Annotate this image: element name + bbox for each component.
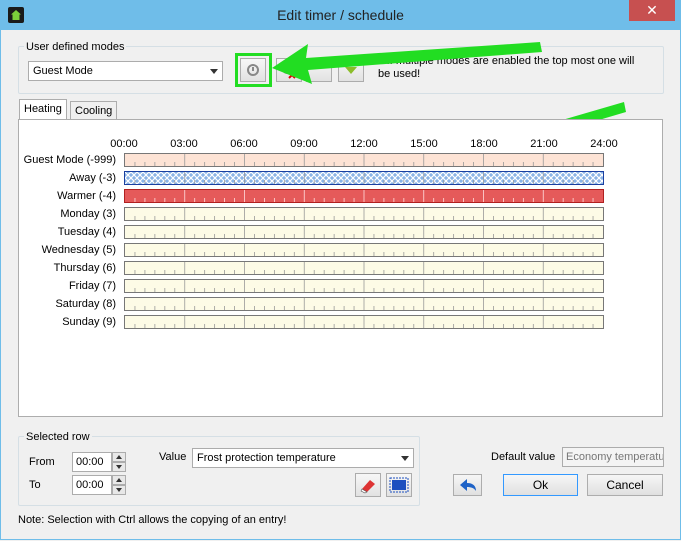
apply-selection-button[interactable]	[386, 473, 412, 497]
row-label: Wednesday (5)	[41, 244, 116, 256]
hatch-line	[125, 172, 132, 179]
tab-cooling[interactable]: Cooling	[70, 101, 118, 120]
from-time-spinner[interactable]	[112, 452, 126, 472]
erase-button[interactable]	[355, 473, 381, 497]
bar-ticks	[134, 262, 594, 274]
hour-label: 00:00	[110, 138, 138, 150]
bar-ticks	[125, 172, 603, 184]
to-time-spinner[interactable]	[112, 475, 126, 495]
window-title: Edit timer / schedule	[277, 7, 404, 23]
hour-label: 21:00	[530, 138, 558, 150]
value-select[interactable]: Frost protection temperature	[192, 448, 414, 468]
footer-note: Note: Selection with Ctrl allows the cop…	[18, 514, 287, 526]
bar-ticks	[134, 280, 594, 292]
spin-up-icon[interactable]	[112, 475, 126, 485]
eraser-icon	[360, 480, 375, 494]
bar-ticks	[134, 298, 594, 310]
from-label: From	[29, 456, 55, 468]
schedule-bar[interactable]	[124, 171, 604, 185]
back-button[interactable]	[453, 474, 482, 496]
spin-up-icon[interactable]	[112, 452, 126, 462]
schedule-bar[interactable]	[124, 279, 604, 293]
hour-label: 24:00	[590, 138, 618, 150]
row-label: Saturday (8)	[55, 298, 116, 310]
hour-label: 06:00	[230, 138, 258, 150]
default-value-label: Default value	[491, 451, 556, 463]
bar-ticks	[134, 226, 594, 238]
title-bar: Edit timer / schedule ✕	[0, 0, 681, 30]
bar-ticks	[134, 208, 594, 220]
row-label: Guest Mode (-999)	[23, 154, 116, 166]
row-label: Sunday (9)	[62, 316, 116, 328]
value-label: Value	[159, 451, 187, 463]
undo-arrow-icon	[459, 479, 476, 491]
row-label: Tuesday (4)	[57, 226, 116, 238]
spin-down-icon[interactable]	[112, 485, 126, 495]
highlight-box	[235, 53, 272, 87]
to-label: To	[29, 479, 41, 491]
mode-select-value: Guest Mode	[33, 65, 93, 77]
row-label: Friday (7)	[68, 280, 116, 292]
row-label: Away (-3)	[69, 172, 116, 184]
row-label: Warmer (-4)	[57, 190, 116, 202]
to-time-input[interactable]: 00:00	[72, 475, 112, 495]
schedule-bar[interactable]	[124, 207, 604, 221]
hour-label: 12:00	[350, 138, 378, 150]
schedule-bar[interactable]	[124, 153, 604, 167]
close-button[interactable]: ✕	[629, 0, 675, 21]
annotation-arrow-top	[272, 42, 542, 84]
hatch-line	[125, 177, 132, 184]
bar-ticks	[134, 244, 594, 256]
row-label: Thursday (6)	[53, 262, 116, 274]
row-label: Monday (3)	[60, 208, 116, 220]
schedule-bar[interactable]	[124, 243, 604, 257]
spin-down-icon[interactable]	[112, 462, 126, 472]
chevron-down-icon	[210, 69, 218, 74]
schedule-panel: 00:00 03:00 06:00 09:00 12:00 15:00 18:00 21:00…	[18, 119, 663, 417]
selection-icon	[389, 477, 409, 493]
tab-heating[interactable]: Heating	[19, 99, 67, 120]
ok-button[interactable]: Ok	[503, 474, 578, 496]
modes-group-label: User defined modes	[24, 41, 127, 53]
schedule-bar[interactable]	[124, 297, 604, 311]
schedule-bar[interactable]	[124, 189, 604, 203]
bar-ticks	[134, 154, 594, 166]
selected-row-label: Selected row	[24, 431, 92, 443]
bar-ticks	[134, 190, 594, 202]
cancel-button[interactable]: Cancel	[587, 474, 663, 496]
default-value-field: Economy temperatu	[562, 447, 664, 467]
chevron-down-icon	[401, 456, 409, 461]
from-time-input[interactable]: 00:00	[72, 452, 112, 472]
schedule-bar[interactable]	[124, 261, 604, 275]
schedule-bar[interactable]	[124, 315, 604, 329]
hour-label: 03:00	[170, 138, 198, 150]
mode-select[interactable]: Guest Mode	[28, 61, 223, 81]
bar-ticks	[134, 316, 594, 328]
hour-label: 09:00	[290, 138, 318, 150]
schedule-bar[interactable]	[124, 225, 604, 239]
value-select-value: Frost protection temperature	[197, 452, 336, 464]
hour-label: 18:00	[470, 138, 498, 150]
hour-label: 15:00	[410, 138, 438, 150]
